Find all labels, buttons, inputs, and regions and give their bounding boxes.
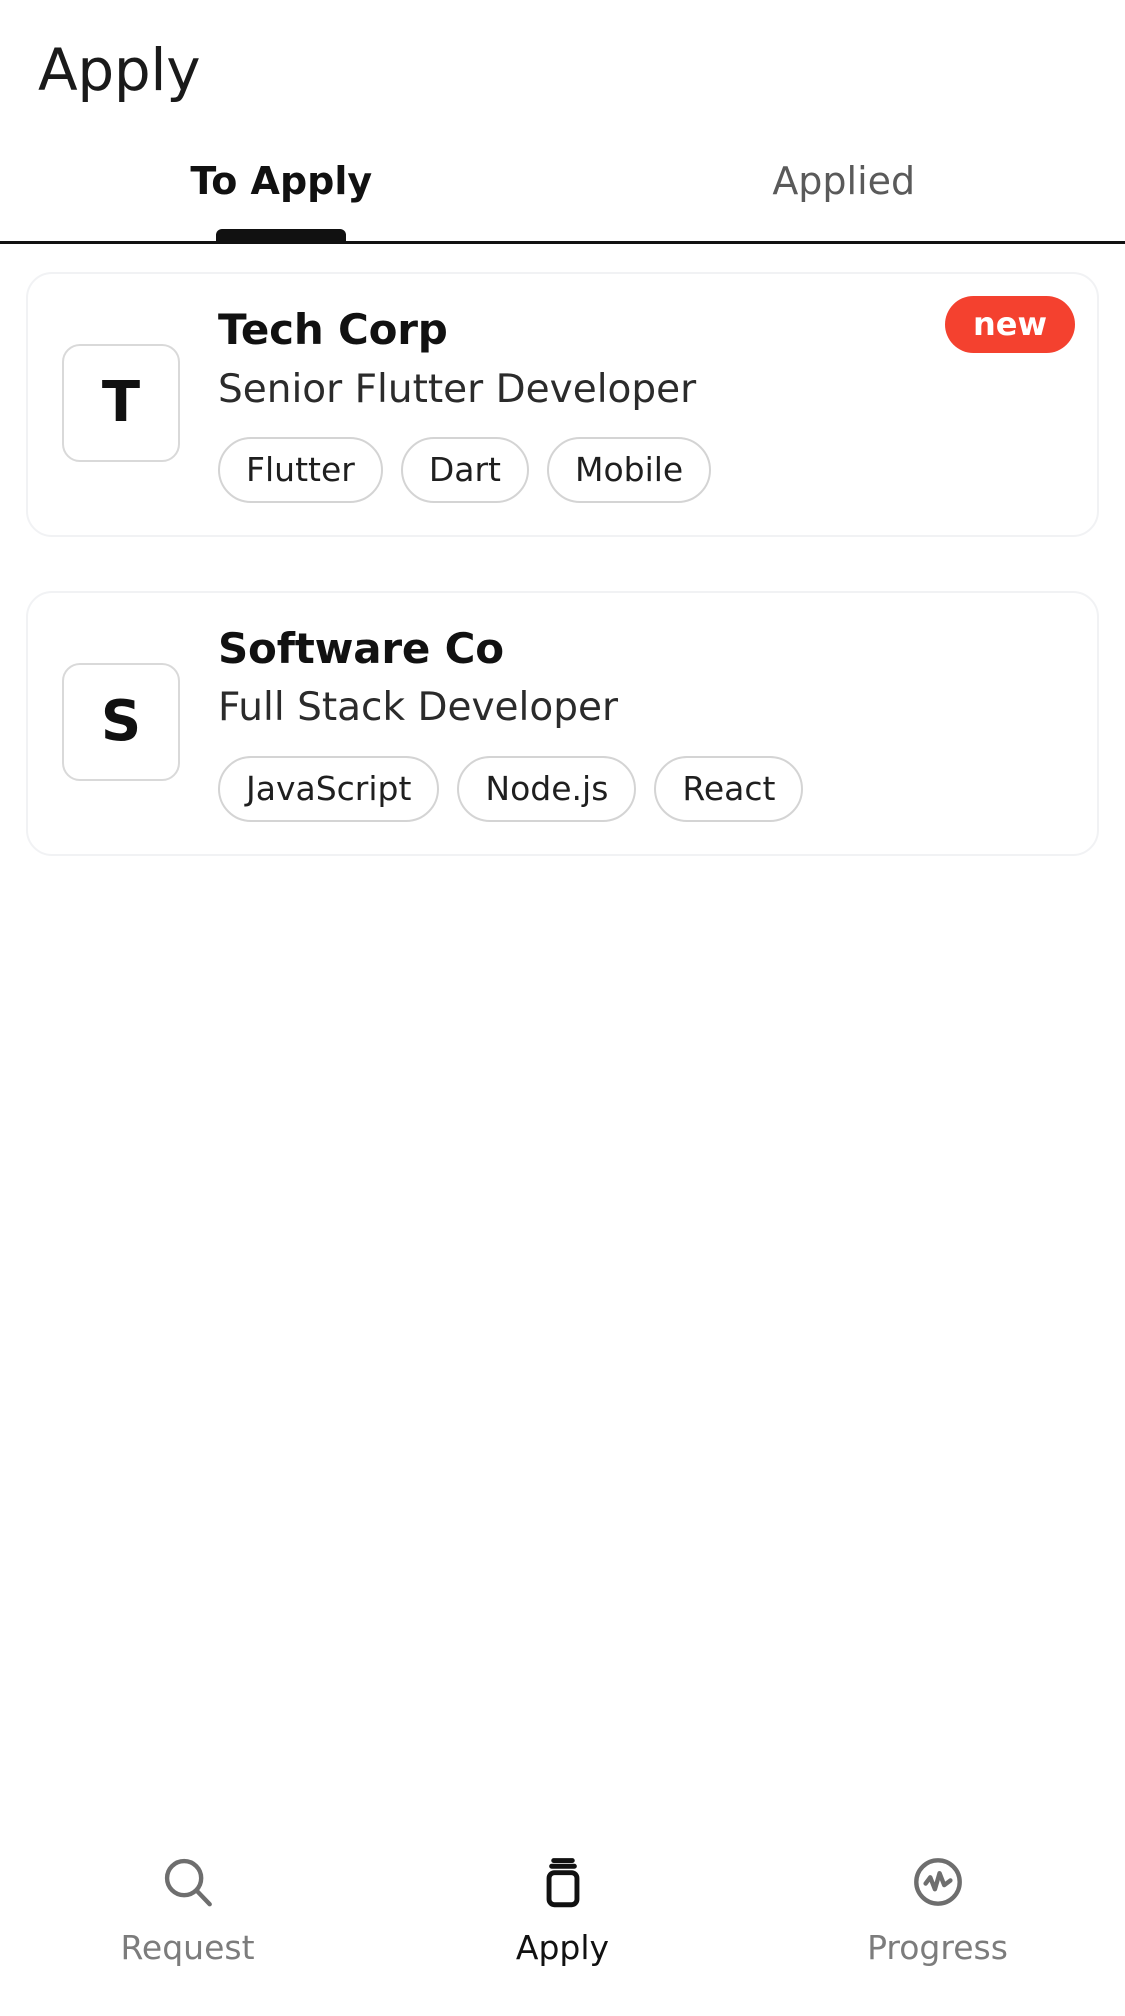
job-tags: Flutter Dart Mobile xyxy=(218,437,1063,503)
job-tags: JavaScript Node.js React xyxy=(218,755,1063,822)
job-card[interactable]: T Tech Corp Senior Flutter Developer Flu… xyxy=(26,272,1099,537)
avatar-letter: S xyxy=(100,689,142,755)
tab-to-apply[interactable]: To Apply xyxy=(0,140,563,241)
avatar-letter: T xyxy=(101,370,141,436)
apply-screen: Apply To Apply Applied T Tech Corp Senio… xyxy=(0,0,1125,2016)
nav-label-progress: Progress xyxy=(867,1928,1008,1967)
tab-applied-label: Applied xyxy=(772,159,916,203)
page-title: Apply xyxy=(38,36,201,104)
job-info: Software Co Full Stack Developer JavaScr… xyxy=(218,623,1063,822)
tab-applied[interactable]: Applied xyxy=(563,140,1125,241)
company-avatar: T xyxy=(62,344,180,463)
job-tag[interactable]: Flutter xyxy=(218,437,383,503)
nav-label-apply: Apply xyxy=(515,1928,610,1967)
tab-active-indicator xyxy=(216,229,347,241)
nav-item-progress[interactable]: Progress xyxy=(750,1848,1125,1966)
status-badge: new xyxy=(944,296,1075,354)
app-bar: Apply xyxy=(0,0,1125,140)
pulse-circle-icon xyxy=(904,1848,972,1916)
tab-to-apply-label: To Apply xyxy=(190,159,373,203)
job-list: T Tech Corp Senior Flutter Developer Flu… xyxy=(0,244,1125,1836)
company-name: Tech Corp xyxy=(218,305,448,354)
bottom-navigation: Request Apply Progress xyxy=(0,1836,1125,2016)
nav-item-apply[interactable]: Apply xyxy=(375,1848,750,1966)
job-tag[interactable]: Dart xyxy=(400,437,529,503)
layers-icon xyxy=(529,1848,597,1916)
search-icon xyxy=(154,1848,222,1916)
job-tag[interactable]: JavaScript xyxy=(218,755,440,822)
company-name: Software Co xyxy=(218,623,504,673)
nav-item-request[interactable]: Request xyxy=(0,1848,375,1966)
job-tag[interactable]: React xyxy=(654,755,804,822)
company-avatar: S xyxy=(62,663,180,782)
nav-label-request: Request xyxy=(120,1928,255,1967)
job-role: Full Stack Developer xyxy=(218,685,619,731)
tab-bar: To Apply Applied xyxy=(0,140,1125,244)
job-role: Senior Flutter Developer xyxy=(218,366,697,412)
job-tag[interactable]: Node.js xyxy=(457,755,637,822)
job-tag[interactable]: Mobile xyxy=(546,437,712,503)
job-info: Tech Corp Senior Flutter Developer Flutt… xyxy=(218,304,1063,503)
job-card[interactable]: S Software Co Full Stack Developer JavaS… xyxy=(26,590,1099,856)
